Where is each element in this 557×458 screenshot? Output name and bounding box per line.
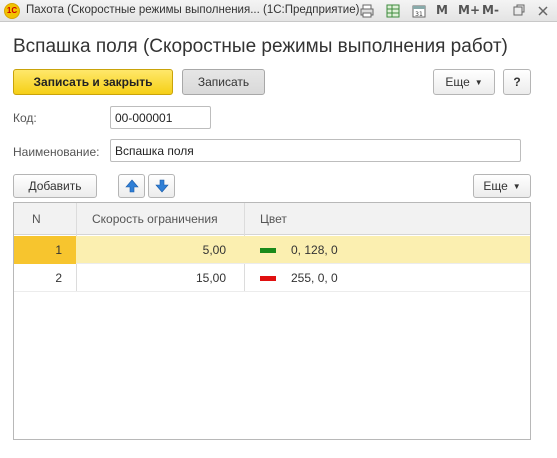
memory-button[interactable]: M	[436, 3, 448, 17]
name-label: Наименование:	[13, 145, 100, 159]
close-icon[interactable]	[536, 3, 550, 19]
move-down-button[interactable]	[148, 174, 175, 198]
move-up-button[interactable]	[118, 174, 145, 198]
code-field[interactable]	[110, 106, 211, 129]
window-titlebar: 1C Пахота (Скоростные режимы выполнения.…	[0, 0, 557, 22]
app-logo-icon[interactable]: 1C	[4, 3, 20, 19]
svg-text:31: 31	[415, 11, 423, 18]
help-button[interactable]: ?	[503, 69, 531, 95]
up-arrow-icon	[124, 179, 139, 193]
table-more-label: Еще	[483, 179, 508, 193]
window-title: Пахота (Скоростные режимы выполнения... …	[26, 4, 360, 16]
table-row[interactable]: 2 15,00 255, 0, 0	[14, 264, 530, 292]
chevron-down-icon: ▼	[474, 77, 483, 87]
color-value-cell[interactable]: 0, 128, 0	[291, 236, 338, 264]
speed-cell[interactable]: 15,00	[77, 264, 226, 292]
calendar-icon[interactable]: 31	[411, 3, 427, 19]
row-number-cell[interactable]: 2	[14, 264, 76, 292]
save-and-close-button[interactable]: Записать и закрыть	[13, 69, 173, 95]
down-arrow-icon	[154, 179, 169, 193]
column-header-color[interactable]: Цвет	[260, 203, 287, 235]
memory-plus-button[interactable]: M+	[458, 3, 480, 17]
print-icon[interactable]	[359, 3, 375, 19]
more-menu-label: Еще	[445, 75, 470, 89]
memory-minus-button[interactable]: M-	[482, 3, 499, 17]
page-title: Вспашка поля (Скоростные режимы выполнен…	[13, 36, 508, 57]
save-button[interactable]: Записать	[182, 69, 265, 95]
chevron-down-icon: ▼	[512, 181, 521, 191]
column-header-n[interactable]: N	[32, 203, 41, 235]
more-menu-button[interactable]: Еще ▼	[433, 69, 495, 95]
table-row[interactable]: 1 5,00 0, 128, 0	[14, 236, 530, 264]
color-value-cell[interactable]: 255, 0, 0	[291, 264, 338, 292]
color-swatch-red	[260, 276, 276, 281]
restore-icon[interactable]	[512, 3, 526, 19]
color-swatch-green	[260, 248, 276, 253]
table-header: N Скорость ограничения Цвет	[14, 203, 530, 235]
table-more-button[interactable]: Еще ▼	[473, 174, 531, 198]
column-header-speed[interactable]: Скорость ограничения	[92, 203, 218, 235]
table-icon[interactable]	[385, 3, 401, 19]
code-label: Код:	[13, 111, 37, 125]
speed-cell[interactable]: 5,00	[77, 236, 226, 264]
name-field[interactable]	[110, 139, 521, 162]
add-row-button[interactable]: Добавить	[13, 174, 97, 198]
speed-table[interactable]: N Скорость ограничения Цвет 1 5,00 0, 12…	[13, 202, 531, 440]
row-number-cell[interactable]: 1	[14, 236, 76, 264]
